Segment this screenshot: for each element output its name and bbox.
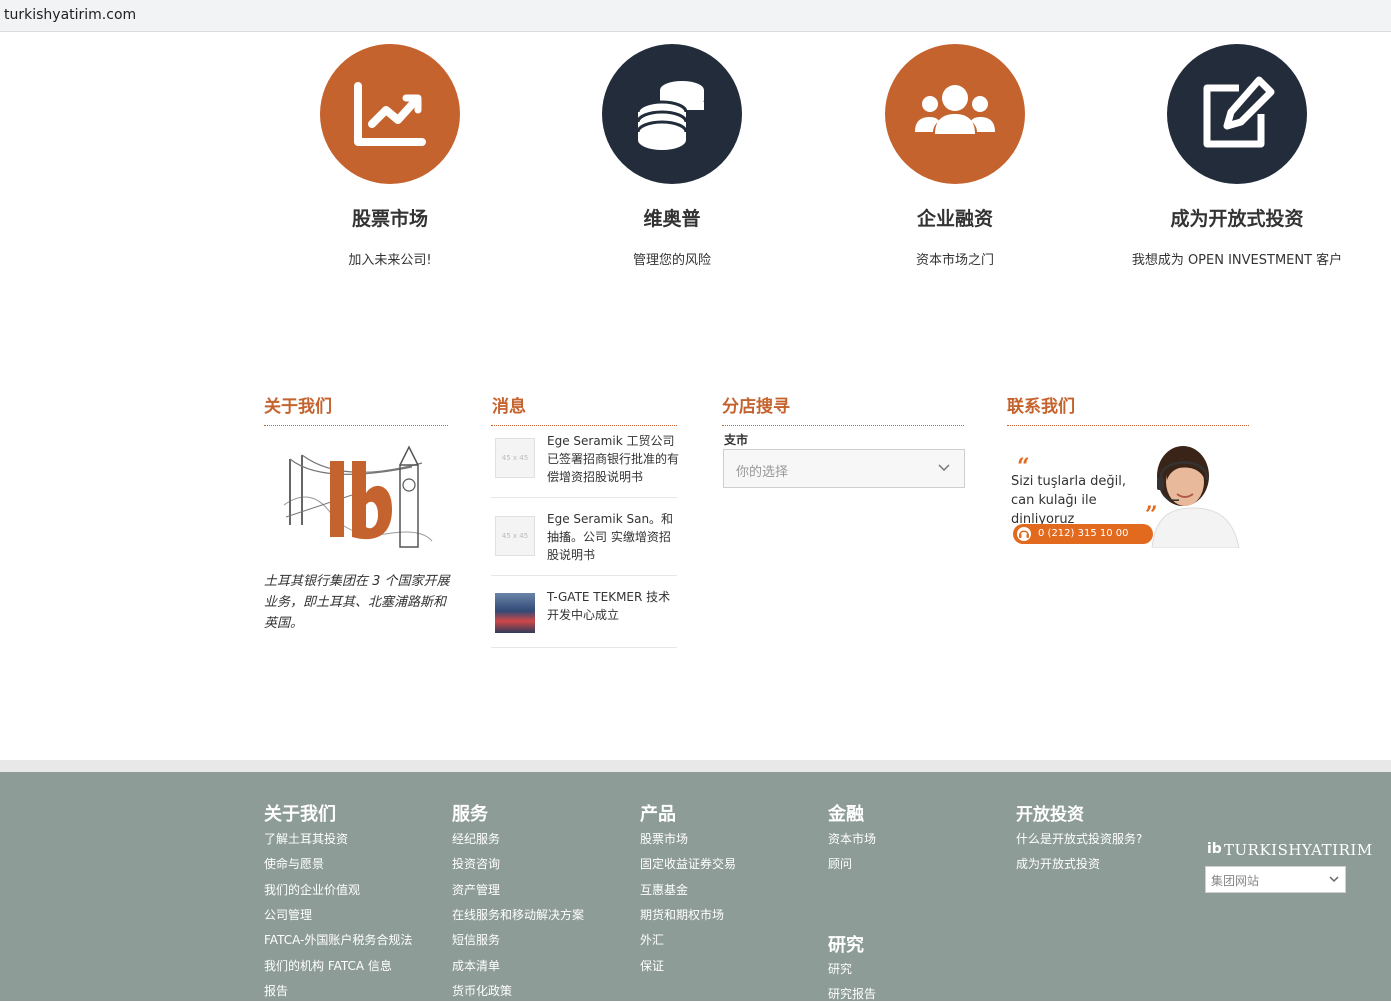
feature-title[interactable]: 企业融资 bbox=[815, 204, 1095, 231]
about-title: 关于我们 bbox=[264, 397, 332, 417]
chevron-down-icon bbox=[1329, 876, 1339, 883]
footer-link[interactable]: 互惠基金 bbox=[640, 881, 688, 898]
footer-link[interactable]: 股票市场 bbox=[640, 830, 688, 847]
news-thumbnail[interactable]: 45 x 45 bbox=[495, 438, 535, 478]
footer-link[interactable]: 公司管理 bbox=[264, 906, 312, 923]
coins-icon[interactable] bbox=[602, 44, 742, 184]
news-headline[interactable]: T-GATE TEKMER 技术开发中心成立 bbox=[547, 588, 679, 624]
feature-subtitle: 资本市场之门 bbox=[915, 253, 994, 268]
footer-brand-mark: ib bbox=[1207, 841, 1222, 857]
ib-logo bbox=[283, 445, 433, 548]
footer-link[interactable]: 在线服务和移动解决方案 bbox=[452, 906, 584, 923]
news-photo[interactable] bbox=[495, 593, 535, 633]
browser-url-bar[interactable]: turkishyatirim.com bbox=[0, 0, 1391, 32]
footer-link[interactable]: 了解土耳其投资 bbox=[264, 830, 348, 847]
contact-quote: Sizi tuşlarla değil, can kulağı ile dinl… bbox=[1011, 472, 1161, 529]
footer-heading-research: 研究 bbox=[828, 935, 864, 956]
chart-up-icon[interactable] bbox=[320, 44, 460, 184]
branch-search-divider bbox=[722, 425, 964, 426]
contact-title: 联系我们 bbox=[1007, 397, 1075, 417]
footer-link[interactable]: 资本市场 bbox=[828, 830, 876, 847]
footer-link[interactable]: 期货和期权市场 bbox=[640, 906, 724, 923]
footer-heading-about: 关于我们 bbox=[264, 804, 336, 825]
about-description: 土耳其银行集团在 3 个国家开展业务，即土耳其、北塞浦路斯和英国。 bbox=[264, 574, 450, 631]
headset-icon bbox=[1017, 527, 1031, 541]
feature-open-investment[interactable]: 成为开放式投资 我想成为 OPEN INVESTMENT 客户 bbox=[1097, 44, 1377, 268]
group-sites-select-value: 集团网站 bbox=[1211, 874, 1260, 888]
contact-divider bbox=[1007, 425, 1249, 426]
feature-corporate-finance[interactable]: 企业融资 资本市场之门 bbox=[815, 44, 1095, 268]
footer-heading-open-investment: 开放投资 bbox=[1016, 805, 1084, 825]
footer-link[interactable]: 我们的机构 FATCA 信息 bbox=[264, 957, 392, 974]
footer-heading-finance: 金融 bbox=[828, 804, 864, 825]
news-item[interactable]: 45 x 45 Ege Seramik 工贸公司已签署招商银行批准的有偿增资招股… bbox=[491, 428, 679, 498]
footer-link[interactable]: 顾问 bbox=[828, 855, 852, 872]
footer-link[interactable]: 什么是开放式投资服务? bbox=[1016, 830, 1142, 847]
contact-phone[interactable]: 0 (212) 315 10 00 bbox=[1038, 528, 1129, 539]
footer bbox=[0, 772, 1391, 1001]
footer-link[interactable]: 货币化政策 bbox=[452, 982, 512, 999]
contact-quote-line: Sizi tuşlarla değil, bbox=[1011, 474, 1127, 489]
footer-link[interactable]: 短信服务 bbox=[452, 931, 500, 948]
group-sites-select[interactable]: 集团网站 bbox=[1205, 866, 1346, 893]
feature-title[interactable]: 维奥普 bbox=[532, 204, 812, 231]
footer-brand-logo: TURKISHYATIRIM bbox=[1224, 841, 1373, 859]
footer-link[interactable]: 资产管理 bbox=[452, 881, 500, 898]
news-headline[interactable]: Ege Seramik 工贸公司已签署招商银行批准的有偿增资招股说明书 bbox=[547, 432, 679, 486]
branch-select[interactable]: 你的选择 bbox=[723, 449, 965, 488]
footer-heading-services: 服务 bbox=[452, 804, 488, 825]
footer-link[interactable]: FATCA-外国账户税务合规法 bbox=[264, 931, 412, 948]
url-text[interactable]: turkishyatirim.com bbox=[4, 7, 136, 23]
feature-title[interactable]: 股票市场 bbox=[250, 204, 530, 231]
feature-subtitle: 加入未来公司! bbox=[348, 253, 432, 268]
footer-link[interactable]: 成为开放式投资 bbox=[1016, 855, 1100, 872]
news-thumbnail[interactable]: 45 x 45 bbox=[495, 516, 535, 556]
feature-subtitle: 我想成为 OPEN INVESTMENT 客户 bbox=[1131, 253, 1343, 268]
branch-select-label: 支市 bbox=[724, 433, 749, 447]
branch-search-title: 分店搜寻 bbox=[722, 397, 790, 417]
footer-link[interactable]: 经纪服务 bbox=[452, 830, 500, 847]
footer-link[interactable]: 研究 bbox=[828, 960, 852, 977]
footer-link[interactable]: 报告 bbox=[264, 982, 288, 999]
news-headline[interactable]: Ege Seramik San。和抽搐。公司 实缴增资招股说明书 bbox=[547, 510, 679, 564]
footer-link[interactable]: 我们的企业价值观 bbox=[264, 881, 360, 898]
users-icon[interactable] bbox=[885, 44, 1025, 184]
footer-link[interactable]: 使命与愿景 bbox=[264, 855, 324, 872]
about-divider bbox=[264, 425, 448, 426]
feature-stock-market[interactable]: 股票市场 加入未来公司! bbox=[250, 44, 530, 268]
feature-viop[interactable]: 维奥普 管理您的风险 bbox=[532, 44, 812, 268]
footer-link[interactable]: 研究报告 bbox=[828, 985, 876, 1002]
chevron-down-icon bbox=[938, 464, 950, 472]
footer-separator bbox=[0, 760, 1391, 772]
news-title: 消息 bbox=[492, 397, 526, 417]
feature-subtitle: 管理您的风险 bbox=[632, 253, 711, 268]
news-item[interactable]: T-GATE TEKMER 技术开发中心成立 bbox=[491, 576, 677, 648]
news-item[interactable]: 45 x 45 Ege Seramik San。和抽搐。公司 实缴增资招股说明书 bbox=[491, 498, 677, 576]
footer-link[interactable]: 成本清单 bbox=[452, 957, 500, 974]
footer-link[interactable]: 投资咨询 bbox=[452, 855, 500, 872]
feature-title[interactable]: 成为开放式投资 bbox=[1097, 204, 1377, 231]
footer-link[interactable]: 固定收益证券交易 bbox=[640, 855, 736, 872]
news-divider bbox=[491, 425, 677, 426]
footer-link[interactable]: 保证 bbox=[640, 957, 664, 974]
footer-heading-products: 产品 bbox=[640, 804, 676, 825]
footer-link[interactable]: 外汇 bbox=[640, 931, 664, 948]
branch-select-placeholder: 你的选择 bbox=[736, 465, 789, 480]
edit-icon[interactable] bbox=[1167, 44, 1307, 184]
